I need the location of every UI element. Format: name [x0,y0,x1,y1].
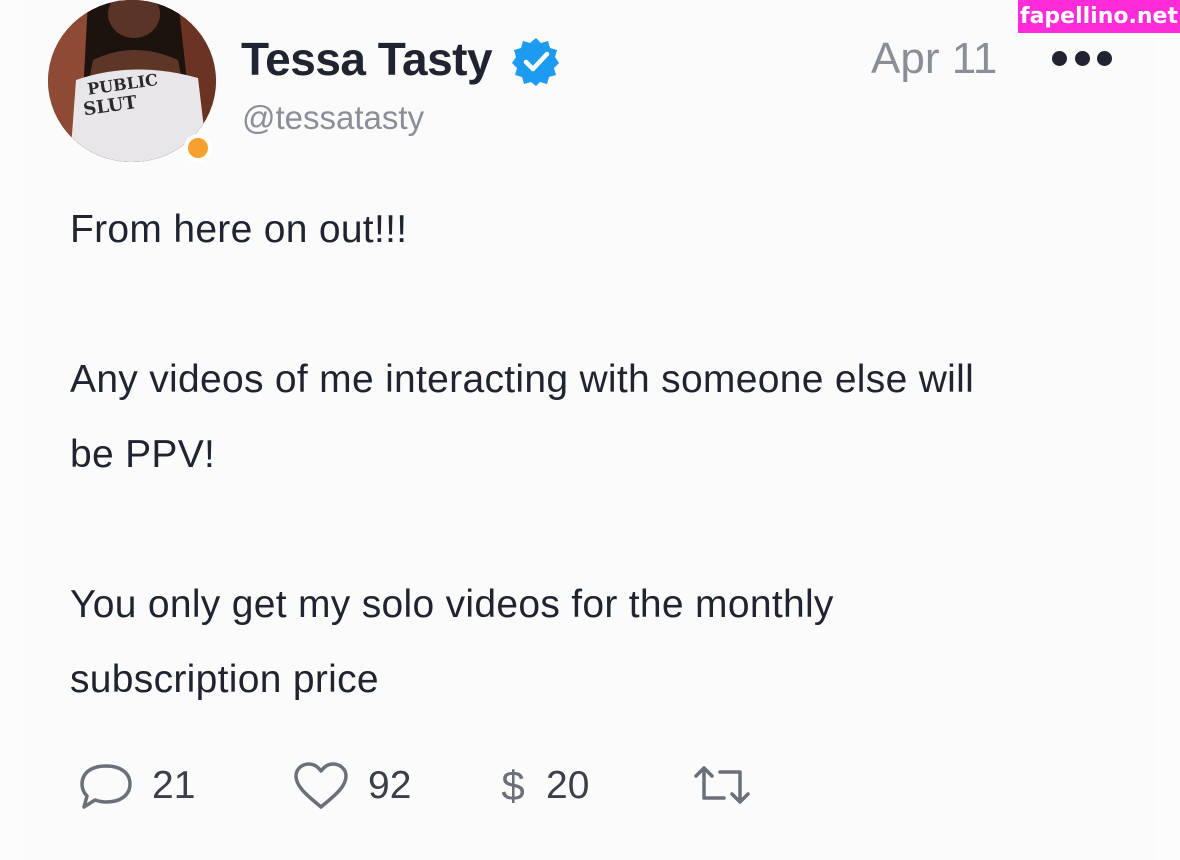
comment-icon [80,764,132,809]
more-dot [1052,50,1067,66]
more-dot [1074,50,1090,66]
post-date[interactable]: Apr 11 [871,34,997,84]
like-button[interactable]: 92 [292,756,411,816]
tip-count: 20 [546,764,590,807]
display-name[interactable]: Tessa Tasty [241,32,493,86]
tip-button[interactable]: $ 20 [498,756,589,816]
comment-count: 21 [152,764,196,807]
post-text-line: From here on out!!! [70,208,408,251]
post-actions: 21 92 $ 20 [70,756,790,816]
post-text-line: You only get my solo videos for the mont… [70,583,834,626]
user-handle[interactable]: @tessatasty [242,99,424,137]
online-status-dot [184,134,212,162]
verified-badge-icon [511,36,561,86]
comment-button[interactable]: 21 [78,756,195,816]
more-dots-icon[interactable] [1052,38,1112,78]
watermark: fapellino.net [1018,0,1180,33]
post-text-line: subscription price [70,658,379,701]
post-text-line: Any videos of me interacting with someon… [70,358,975,401]
repost-button[interactable] [690,756,754,816]
repost-icon [694,766,750,804]
page: fapellino.net PUBLIC SLUT Tessa Tasty @t… [0,0,1180,860]
like-count: 92 [368,764,412,807]
more-dot [1097,50,1112,66]
post-text-line: be PPV! [70,433,216,476]
heart-icon [294,762,348,809]
post-body: From here on out!!! Any videos of me int… [70,192,1130,717]
dollar-icon: $ [501,762,525,809]
